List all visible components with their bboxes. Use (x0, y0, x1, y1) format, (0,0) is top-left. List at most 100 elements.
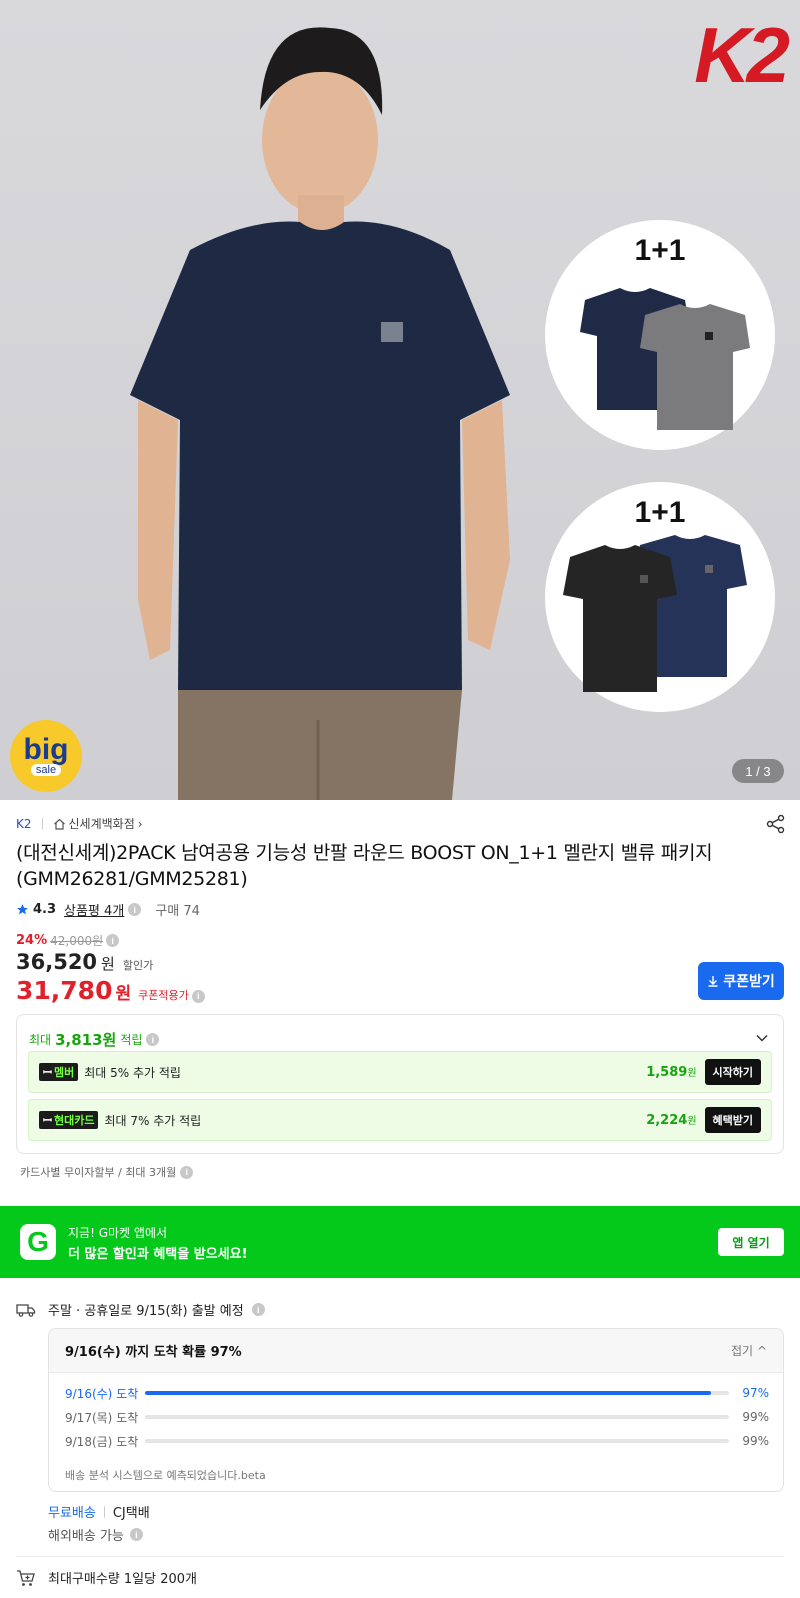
chevron-up-icon: ^ (756, 1344, 767, 1358)
points-row-desc: 최대 7% 추가 적립 (104, 1113, 202, 1128)
info-icon[interactable]: i (191, 989, 205, 1003)
smile-icon: ꟷ (43, 1113, 52, 1127)
sale-price-label: 할인가 (122, 959, 154, 972)
delivery-prediction-box: 9/16(수) 까지 도착 확률 97% 접기 ^ 9/16(수) 도착 97%… (48, 1328, 784, 1492)
smile-icon: ꟷ (43, 1065, 52, 1079)
delivery-bar-pct: 99% (742, 1410, 769, 1424)
delivery-bar-row: 9/16(수) 도착 97% (65, 1385, 769, 1401)
coupon-button-label: 쿠폰받기 (723, 974, 775, 990)
promo-label: 1+1 (634, 234, 686, 267)
original-price-row: 24% 42,000원 i (16, 932, 120, 949)
delivery-bar-pct: 97% (742, 1386, 769, 1400)
points-row-amount: 1,589원 (646, 1065, 697, 1080)
big-sale-badge: big sale (10, 720, 82, 792)
app-banner-line2: 더 많은 할인과 혜택을 받으세요! (68, 1247, 248, 1262)
coupon-price: 31,780 (16, 976, 113, 1005)
get-card-benefit-button[interactable]: 혜택받기 (704, 1107, 761, 1133)
download-icon (708, 976, 718, 987)
divider (103, 1505, 105, 1518)
purchase-count: 구매 74 (155, 904, 200, 919)
brand-logo: K2 (694, 11, 790, 99)
promo-circle-black-navy: 1+1 (545, 482, 775, 712)
delivery-prediction-header: 9/16(수) 까지 도착 확률 97% 접기 ^ (49, 1329, 783, 1373)
info-icon[interactable]: i (128, 903, 142, 916)
gmarket-app-icon: G (20, 1224, 56, 1260)
points-summary: 최대 3,813원 적립 i (29, 1029, 160, 1050)
info-icon[interactable]: i (129, 1528, 143, 1541)
app-banner: G 지금! G마켓 앱에서 더 많은 할인과 혜택을 받으세요! 앱 열기 (0, 1206, 800, 1278)
sale-price-row: 36,520 원 할인가 (16, 950, 153, 974)
big-sale-sub: sale (30, 764, 62, 776)
delivery-bar-track (145, 1391, 729, 1395)
delivery-prediction-title: 9/16(수) 까지 도착 확률 97% (65, 1345, 242, 1360)
delivery-bar-pct: 99% (742, 1434, 769, 1448)
max-purchase-row: 최대구매수량 1일당 200개 (16, 1568, 197, 1587)
rating-row: 4.3 상품평 4개 i 구매 74 (16, 900, 200, 919)
delivery-bar-fill (145, 1439, 723, 1443)
carrier-name: CJ택배 (112, 1506, 150, 1521)
delivery-bar-label: 9/16(수) 도착 (65, 1386, 139, 1401)
ship-date-text: 주말 · 공휴일로 9/15(화) 출발 예정 (48, 1304, 244, 1319)
tshirt-pair-image (580, 288, 750, 430)
points-amount: 3,813원 (55, 1031, 117, 1049)
cart-plus-icon (17, 1569, 35, 1586)
truck-icon (16, 1303, 36, 1317)
info-icon[interactable]: i (146, 1033, 160, 1046)
chevron-down-icon[interactable] (755, 1031, 769, 1045)
points-row-desc: 최대 5% 추가 적립 (84, 1065, 181, 1080)
coupon-price-unit: 원 (115, 984, 132, 1004)
free-shipping-link[interactable]: 무료배송 (48, 1502, 96, 1521)
star-icon (17, 904, 28, 915)
installment-info: 카드사별 무이자할부 / 최대 3개월 i (20, 1164, 194, 1180)
coupon-price-label: 쿠폰적용가 (138, 989, 189, 1002)
points-suffix: 적립 (120, 1033, 143, 1047)
sale-price-unit: 원 (101, 955, 115, 973)
brand-link[interactable]: K2 (16, 817, 32, 831)
original-price: 42,000원 (50, 934, 104, 948)
overseas-shipping-row: 해외배송 가능 i (48, 1525, 143, 1544)
points-panel: 최대 3,813원 적립 i ꟷ 멤버 최대 5% 추가 적립 1,589원 시작… (16, 1014, 784, 1154)
coupon-price-row: 31,780 원 쿠폰적용가 i (16, 976, 205, 1005)
delivery-note: 배송 분석 시스템으로 예측되었습니다.beta (65, 1469, 266, 1482)
open-app-button[interactable]: 앱 열기 (718, 1228, 784, 1256)
chevron-right-icon: › (137, 816, 143, 831)
sale-price: 36,520 (16, 950, 98, 974)
rating-score: 4.3 (33, 902, 57, 917)
info-icon[interactable]: i (106, 934, 120, 947)
store-link[interactable]: 신세계백화점 › (53, 815, 143, 832)
delivery-bar-track (145, 1439, 729, 1443)
start-member-button[interactable]: 시작하기 (704, 1059, 761, 1085)
delivery-bar-label: 9/17(목) 도착 (65, 1410, 139, 1425)
image-pager: 1 / 3 (732, 759, 784, 783)
breadcrumb-divider (41, 818, 43, 829)
section-divider (16, 1556, 784, 1557)
tshirt-pair-image (563, 535, 747, 692)
app-banner-line1: 지금! G마켓 앱에서 (68, 1226, 168, 1240)
overseas-text: 해외배송 가능 (48, 1529, 124, 1544)
promo-circle-navy-gray: 1+1 (545, 220, 775, 450)
coupon-download-button[interactable]: 쿠폰받기 (698, 962, 784, 1000)
delivery-bar-fill (145, 1415, 723, 1419)
discount-rate: 24% (16, 933, 48, 948)
delivery-bar-row: 9/18(금) 도착 99% (65, 1433, 769, 1449)
fold-toggle[interactable]: 접기 ^ (731, 1342, 767, 1359)
big-sale-text: big (23, 733, 69, 766)
share-icon[interactable] (766, 814, 786, 834)
delivery-bar-label: 9/18(금) 도착 (65, 1434, 139, 1449)
product-title: (대전신세계)2PACK 남여공용 기능성 반팔 라운드 BOOST ON_1+… (16, 842, 713, 890)
points-row-card: ꟷ 현대카드 최대 7% 추가 적립 2,224원 혜택받기 (28, 1099, 772, 1141)
points-row-member: ꟷ 멤버 최대 5% 추가 적립 1,589원 시작하기 (28, 1051, 772, 1093)
installment-text: 카드사별 무이자할부 / 최대 3개월 (20, 1166, 177, 1179)
info-icon[interactable]: i (180, 1165, 194, 1179)
points-row-amount: 2,224원 (646, 1113, 697, 1128)
smile-badge: ꟷ 현대카드 (39, 1111, 99, 1129)
delivery-bar-track (145, 1415, 729, 1419)
smile-badge: ꟷ 멤버 (39, 1063, 79, 1081)
max-purchase-text: 최대구매수량 1일당 200개 (48, 1572, 197, 1587)
delivery-bar-row: 9/17(목) 도착 99% (65, 1409, 769, 1425)
store-name: 신세계백화점 (68, 817, 135, 831)
product-image-carousel[interactable]: K2 1+1 1+1 big sale 1 / 3 (0, 0, 800, 800)
info-icon[interactable]: i (251, 1303, 265, 1316)
review-link[interactable]: 상품평 4개 (64, 900, 124, 919)
promo-label: 1+1 (634, 496, 686, 529)
